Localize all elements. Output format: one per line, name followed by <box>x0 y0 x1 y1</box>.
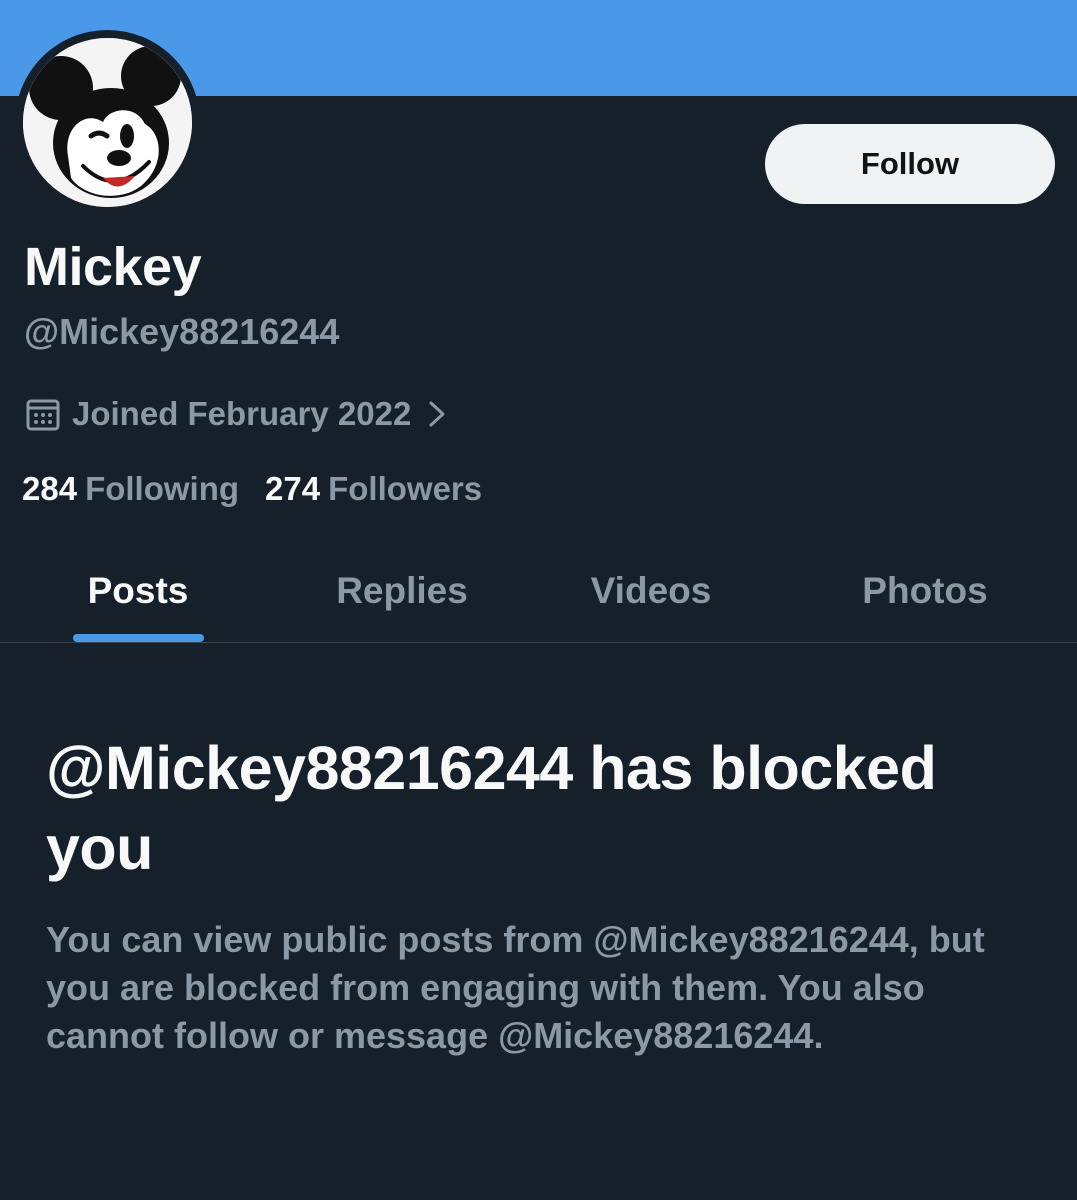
tab-replies[interactable]: Replies <box>290 540 514 642</box>
active-tab-indicator <box>73 634 204 642</box>
followers-label: Followers <box>328 470 483 507</box>
joined-date: Joined February 2022 <box>72 395 412 432</box>
tab-posts[interactable]: Posts <box>40 540 236 642</box>
followers-count: 274 <box>265 470 321 507</box>
follow-stats: 284 Following 274 Followers <box>22 470 482 508</box>
following-count: 284 <box>22 470 78 507</box>
follow-button[interactable]: Follow <box>765 124 1055 204</box>
blocked-description: You can view public posts from @Mickey88… <box>46 919 985 1056</box>
chevron-right-icon <box>425 395 449 433</box>
joined-date-row[interactable]: Joined February 2022 <box>24 395 449 433</box>
profile-handle: @Mickey88216244 <box>24 311 340 352</box>
avatar[interactable] <box>15 30 200 215</box>
profile-page: Follow Mickey @Mickey88216244 Joined Feb… <box>0 0 1077 1200</box>
tab-videos[interactable]: Videos <box>540 540 762 642</box>
profile-tabs: Posts Replies Videos Photos <box>0 540 1077 643</box>
followers-stat[interactable]: 274 Followers <box>265 470 482 508</box>
calendar-icon <box>24 395 62 433</box>
following-stat[interactable]: 284 Following <box>22 470 239 508</box>
blocked-title: @Mickey88216244 has blocked you <box>46 734 937 882</box>
display-name: Mickey <box>24 237 202 297</box>
tab-photos[interactable]: Photos <box>800 540 1050 642</box>
following-label: Following <box>85 470 240 507</box>
mickey-avatar-icon <box>23 38 192 207</box>
